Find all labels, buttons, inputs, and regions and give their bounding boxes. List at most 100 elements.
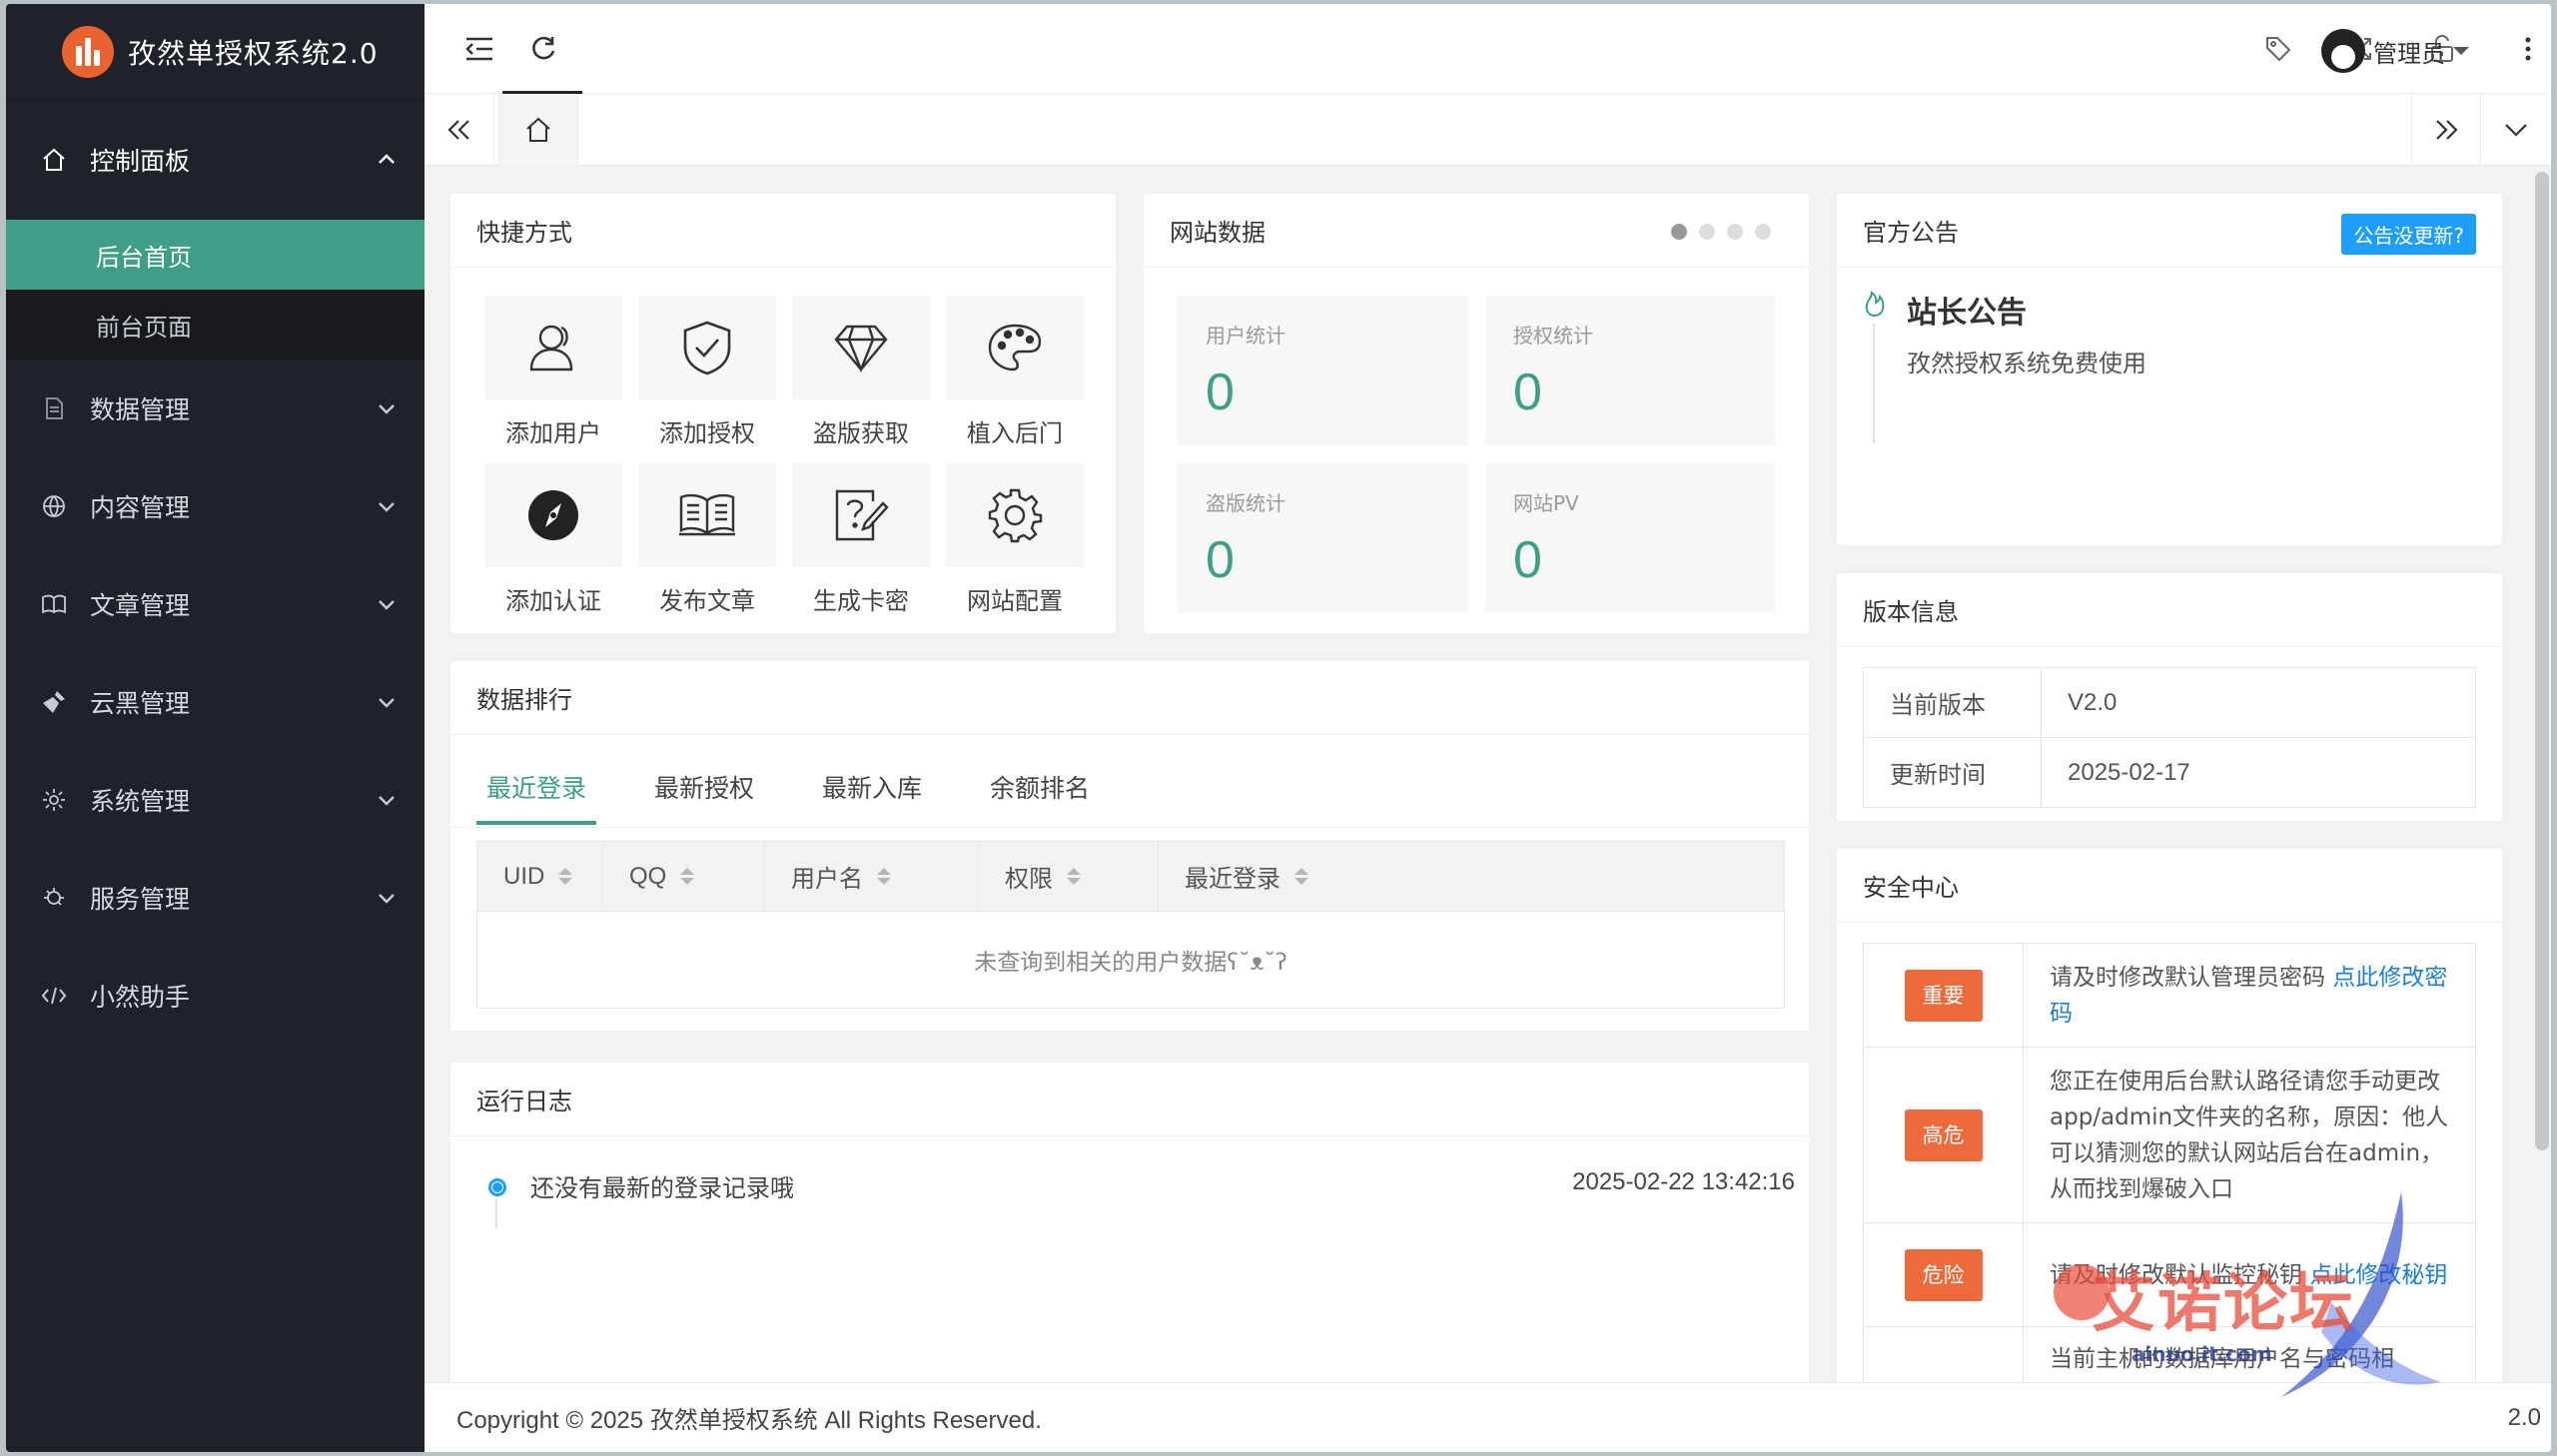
carousel-dot[interactable] bbox=[1671, 224, 1687, 240]
chevron-down-icon bbox=[379, 698, 395, 708]
sort-icon[interactable] bbox=[877, 868, 891, 885]
collapse-sidebar-button[interactable] bbox=[456, 26, 502, 72]
gear-icon bbox=[988, 488, 1043, 543]
sidebar-item-system[interactable]: 系统管理 bbox=[6, 751, 425, 849]
main-content: 快捷方式 添加用户 添加授权 盗版获取 植入后门 添加认证 发布文章 生成卡密 … bbox=[425, 166, 2529, 1382]
sidebar-item-admin-home[interactable]: 后台首页 bbox=[6, 220, 425, 290]
quick-add-cert[interactable]: 添加认证 bbox=[484, 463, 622, 617]
quick-publish-article[interactable]: 发布文章 bbox=[638, 463, 776, 617]
refresh-button[interactable] bbox=[520, 26, 566, 72]
content-scrollbar[interactable] bbox=[2535, 172, 2549, 1150]
change-key-link[interactable]: 点此修改秘钥 bbox=[2309, 1262, 2447, 1288]
version-card: 版本信息 当前版本 V2.0 更新时间 2025-02-17 bbox=[1837, 573, 2502, 821]
tab-balance-ranking[interactable]: 余额排名 bbox=[980, 757, 1100, 817]
sidebar-item-label: 内容管理 bbox=[90, 493, 191, 522]
sidebar-item-dashboard[interactable]: 控制面板 bbox=[6, 100, 425, 220]
sidebar-item-articles[interactable]: 文章管理 bbox=[6, 555, 425, 653]
card-title: 版本信息 bbox=[1837, 573, 2502, 647]
quick-card: 快捷方式 添加用户 添加授权 盗版获取 植入后门 添加认证 发布文章 生成卡密 … bbox=[450, 194, 1116, 633]
quick-site-config[interactable]: 网站配置 bbox=[946, 463, 1084, 617]
sidebar-item-data[interactable]: 数据管理 bbox=[6, 360, 425, 457]
app-logo[interactable]: 孜然单授权系统2.0 bbox=[6, 4, 425, 100]
chevrons-right-icon bbox=[2436, 120, 2458, 140]
tag-button[interactable] bbox=[2255, 26, 2301, 72]
quick-piracy[interactable]: 盗版获取 bbox=[792, 296, 930, 449]
compass-icon bbox=[528, 490, 578, 540]
column-username[interactable]: 用户名 bbox=[765, 842, 979, 911]
diamond-icon bbox=[834, 325, 888, 372]
tabs-scroll-left[interactable] bbox=[425, 94, 494, 166]
sidebar-item-label: 文章管理 bbox=[90, 591, 191, 620]
tabs-menu-button[interactable] bbox=[2481, 94, 2551, 166]
tab-home[interactable] bbox=[498, 94, 578, 166]
timeline-line bbox=[495, 1198, 497, 1228]
carousel-dot[interactable] bbox=[1755, 224, 1771, 240]
stat-licenses[interactable]: 授权统计 0 bbox=[1485, 296, 1775, 445]
notice-update-button[interactable]: 公告没更新? bbox=[2341, 214, 2476, 255]
app-title: 孜然单授权系统2.0 bbox=[128, 36, 379, 70]
carousel-dot[interactable] bbox=[1699, 224, 1715, 240]
tab-recent-login[interactable]: 最近登录 bbox=[476, 757, 597, 825]
chevrons-left-icon bbox=[446, 120, 469, 140]
security-card: 安全中心 重要 请及时修改默认管理员密码 点此修改密码 高危 您正在使用后台默认… bbox=[1837, 849, 2502, 1382]
timeline-dot bbox=[488, 1178, 506, 1196]
sort-icon[interactable] bbox=[1067, 868, 1081, 885]
sidebar-item-label: 服务管理 bbox=[90, 885, 191, 914]
more-button[interactable] bbox=[2505, 26, 2551, 72]
version-table: 当前版本 V2.0 更新时间 2025-02-17 bbox=[1863, 667, 2476, 808]
table-row: 当前主机的数据库用户名与密码相 bbox=[1863, 1326, 2476, 1382]
chevron-down-icon bbox=[379, 502, 395, 512]
card-title: 快捷方式 bbox=[450, 194, 1116, 268]
service-icon bbox=[40, 884, 68, 912]
username: 管理员 bbox=[2373, 39, 2445, 68]
column-qq[interactable]: QQ bbox=[603, 842, 765, 911]
sidebar-submenu: 后台首页 前台页面 bbox=[6, 220, 425, 360]
indent-icon bbox=[465, 37, 492, 61]
column-last-login[interactable]: 最近登录 bbox=[1159, 842, 1784, 911]
sidebar-item-cloud-black[interactable]: 云黑管理 bbox=[6, 653, 425, 751]
user-menu[interactable]: 管理员 bbox=[2321, 28, 2471, 74]
carousel-dot[interactable] bbox=[1727, 224, 1743, 240]
doc-question-icon bbox=[835, 489, 889, 541]
quick-generate-card[interactable]: 生成卡密 bbox=[792, 463, 930, 617]
sort-icon[interactable] bbox=[1294, 868, 1308, 885]
carousel-dots[interactable] bbox=[1671, 224, 1771, 240]
table-row: 危险 请及时修改默认监控秘钥 点此修改秘钥 bbox=[1863, 1222, 2476, 1327]
footer-version: 2.0 bbox=[2507, 1403, 2541, 1431]
sort-icon[interactable] bbox=[680, 868, 695, 885]
sidebar-item-content[interactable]: 内容管理 bbox=[6, 457, 425, 555]
tabs-scroll-right[interactable] bbox=[2411, 94, 2481, 166]
sidebar-item-frontend[interactable]: 前台页面 bbox=[6, 290, 425, 360]
sidebar-item-assistant[interactable]: 小然助手 bbox=[6, 947, 425, 1045]
top-bar: 管理员 bbox=[425, 4, 2551, 94]
tab-newest-license[interactable]: 最新授权 bbox=[644, 757, 764, 817]
sort-icon[interactable] bbox=[558, 868, 573, 885]
user-icon bbox=[529, 325, 573, 371]
chevron-down-icon bbox=[379, 796, 395, 806]
palette-icon bbox=[988, 324, 1042, 371]
copyright: Copyright © 2025 孜然单授权系统 All Rights Rese… bbox=[456, 1407, 1042, 1434]
quick-backdoor[interactable]: 植入后门 bbox=[946, 296, 1084, 449]
column-permission[interactable]: 权限 bbox=[979, 842, 1159, 911]
tab-newest-storage[interactable]: 最新入库 bbox=[812, 757, 932, 817]
card-title: 安全中心 bbox=[1837, 849, 2502, 923]
ranking-card: 数据排行 最近登录 最新授权 最新入库 余额排名 UID QQ 用户名 权限 最… bbox=[450, 661, 1809, 1031]
sidebar-item-label: 系统管理 bbox=[90, 787, 191, 816]
site-stats-card: 网站数据 用户统计 0 授权统计 0 盗版统计 0 网站PV 0 bbox=[1144, 194, 1809, 633]
column-uid[interactable]: UID bbox=[477, 842, 603, 911]
quick-add-license[interactable]: 添加授权 bbox=[638, 296, 776, 449]
stat-pv[interactable]: 网站PV 0 bbox=[1485, 463, 1775, 613]
sidebar-item-service[interactable]: 服务管理 bbox=[6, 849, 425, 947]
chevron-up-icon bbox=[379, 154, 395, 164]
chevron-down-icon bbox=[379, 404, 395, 414]
stat-piracy[interactable]: 盗版统计 0 bbox=[1178, 463, 1467, 613]
sidebar: 孜然单授权系统2.0 控制面板 后台首页 前台页面 数据管理 内容管理 文章管理… bbox=[6, 4, 425, 1452]
quick-add-user[interactable]: 添加用户 bbox=[484, 296, 622, 449]
footer: Copyright © 2025 孜然单授权系统 All Rights Rese… bbox=[425, 1382, 2551, 1452]
table-row: 更新时间 2025-02-17 bbox=[1863, 737, 2476, 808]
card-title: 运行日志 bbox=[450, 1063, 1809, 1136]
card-title: 数据排行 bbox=[450, 661, 1809, 735]
ranking-tabs: 最近登录 最新授权 最新入库 余额排名 bbox=[476, 757, 1148, 825]
chevron-down-icon bbox=[2505, 124, 2527, 137]
stat-users[interactable]: 用户统计 0 bbox=[1178, 296, 1467, 445]
